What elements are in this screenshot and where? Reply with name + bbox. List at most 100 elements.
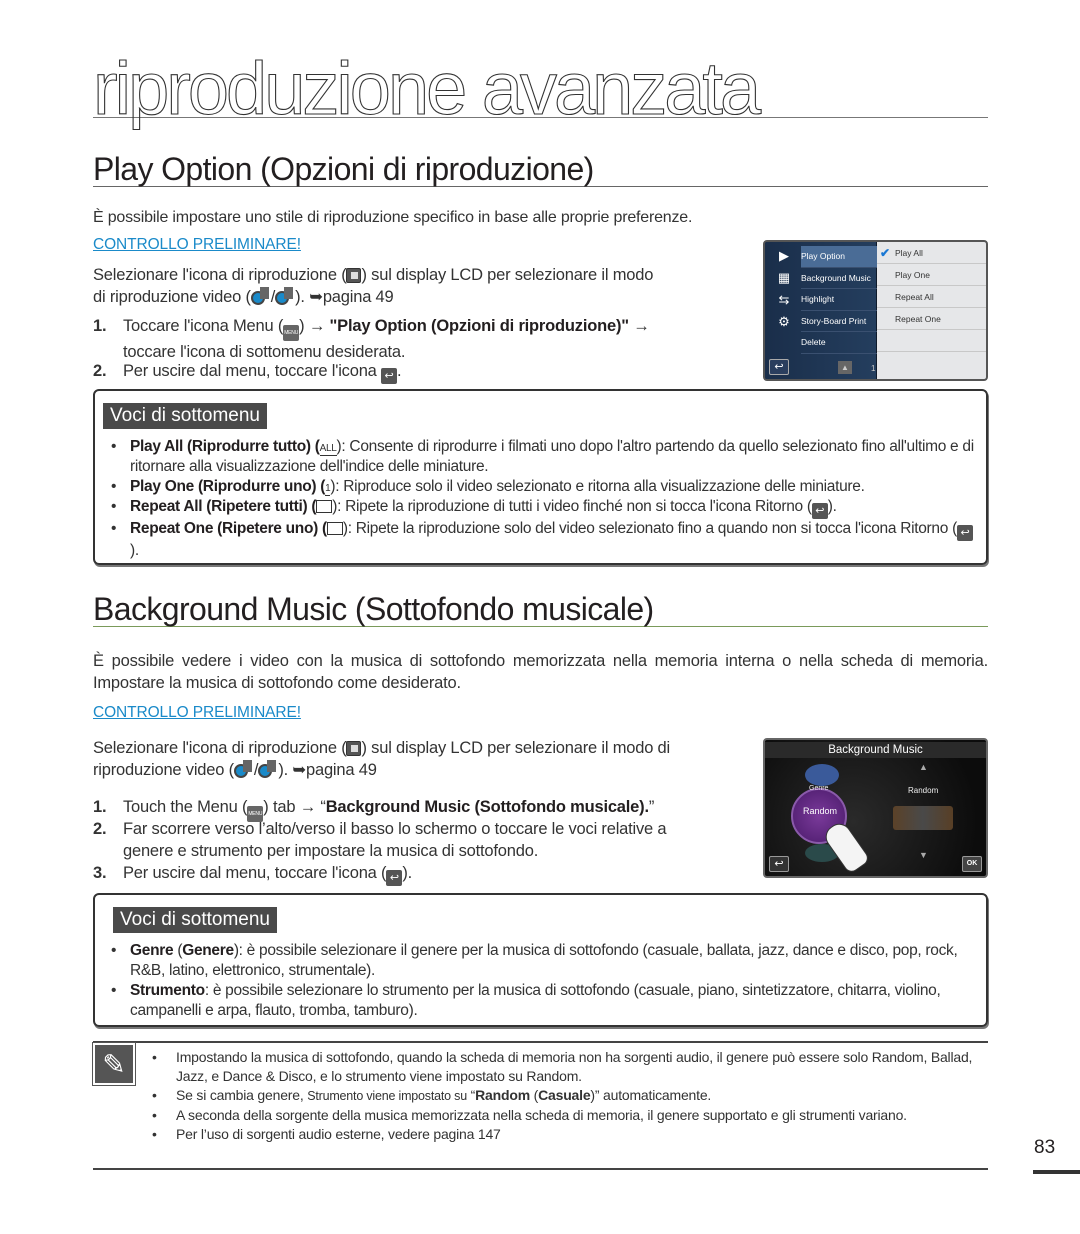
item-desc: ( [173, 942, 183, 959]
lcd-options-pane: ✔ Play All Play One Repeat All Repeat One [877, 242, 986, 379]
step-text: → [628, 317, 650, 335]
lcd-menu-item[interactable]: Delete [801, 332, 881, 354]
submenu-item-genre: Genre (Genere): è possibile selezionare … [111, 941, 974, 981]
note-item: Impostando la musica di sottofondo, quan… [152, 1048, 992, 1086]
item-desc: ): Ripete la riproduzione di tutti i vid… [332, 498, 812, 515]
lcd-sidebar: ▶ ▦ ⇆ ⚙ [771, 248, 797, 336]
repeat-all-icon [316, 500, 333, 513]
step-text: ) → [299, 317, 330, 335]
note-text: “ [466, 1087, 476, 1103]
lcd-menu-item[interactable]: Story-Board Print [801, 311, 881, 332]
item-label: Repeat All (Ripetere tutti) ( [130, 498, 317, 515]
step-number: 2. [93, 362, 107, 380]
switch-icon[interactable]: ⇆ [771, 292, 797, 314]
genre-label: Genre [809, 785, 829, 792]
page-reference: ). ➥pagina 49 [295, 288, 394, 306]
note-text: ( [529, 1087, 539, 1103]
step-2: 2. Per uscire dal menu, toccare l'icona ↩… [93, 360, 402, 384]
lcd-title: Background Music [765, 742, 986, 758]
item-label: Strumento [130, 982, 205, 999]
lcd-menu-item[interactable]: Play Option [801, 246, 881, 268]
item-desc: : è possibile selezionare lo strumento p… [130, 982, 941, 1019]
lcd-option-play-all[interactable]: ✔ Play All [877, 242, 986, 264]
step-text: ). [402, 864, 413, 882]
item-label: Play One (Riprodurre uno) ( [130, 478, 326, 495]
submenu-box-background-music: Voci di sottomenu Genre (Genere): è poss… [93, 893, 988, 1027]
note-bold: Random [475, 1087, 530, 1103]
submenu-list: Genre (Genere): è possibile selezionare … [111, 941, 974, 1021]
lcd-back-button[interactable]: ↩ [769, 359, 789, 375]
sd-video-icon [258, 760, 278, 778]
instrument-up-arrow-icon[interactable]: ▲ [919, 762, 928, 772]
item-label: Play All (Riprodurre tutto) ( [130, 438, 320, 455]
step-number: 3. [93, 864, 107, 882]
lcd-option-play-one[interactable]: Play One [877, 264, 986, 286]
lcd-back-button[interactable]: ↩ [769, 856, 789, 872]
lcd-scroll-up-button[interactable]: ▲ [838, 361, 852, 374]
sd-video-icon [275, 287, 295, 305]
step-text: toccare l'icona di sottomenu desiderata. [123, 343, 406, 361]
submenu-item-repeat-one: Repeat One (Ripetere uno) (): Ripete la … [111, 519, 974, 561]
step-1: 1. Toccare l'icona Menu (MENU) → "Play Op… [93, 315, 650, 363]
submenu-item-play-one: Play One (Riprodurre uno) (1): Riproduce… [111, 477, 974, 497]
option-label: Repeat All [895, 292, 934, 302]
lcd-background-music-screen: Background Music Genre Random ▲ Random ▼… [763, 738, 988, 878]
instrument-value: Random [908, 786, 939, 795]
return-icon: ↩ [811, 503, 828, 519]
step-number: 1. [93, 798, 107, 816]
submenu-item-play-all: Play All (Riprodurre tutto) (ALL): Conse… [111, 437, 974, 477]
return-icon: ↩ [956, 525, 973, 541]
note-text: Se si cambia genere, [176, 1087, 308, 1103]
return-icon: ↩ [386, 870, 403, 886]
lcd-ok-button[interactable]: OK [962, 856, 982, 872]
item-desc: ). [130, 542, 139, 559]
note-divider-top [93, 1041, 988, 1043]
play-icon[interactable]: ▶ [771, 248, 797, 270]
precheck-text: Selezionare l'icona di riproduzione ( [93, 739, 347, 757]
note-list: Impostando la musica di sottofondo, quan… [152, 1048, 992, 1144]
page-number-bar [1033, 1170, 1080, 1174]
step-number: 1. [93, 317, 107, 335]
lcd-play-option-screen: ▶ ▦ ⇆ ⚙ Play Option Background Music Hig… [763, 240, 988, 381]
section-title-play-option: Play Option (Opzioni di riproduzione) [93, 152, 988, 187]
submenu-box-play-option: Voci di sottomenu Play All (Riprodurre t… [93, 389, 988, 565]
precheck-link[interactable]: CONTROLLO PRELIMINARE! [93, 236, 301, 254]
precheck-link[interactable]: CONTROLLO PRELIMINARE! [93, 704, 301, 722]
hd-video-icon [233, 760, 254, 778]
thumbnail-icon[interactable]: ▦ [771, 270, 797, 292]
note-text: )” automaticamente. [590, 1087, 712, 1103]
item-label: Repeat One (Ripetere uno) ( [130, 520, 327, 537]
step-text: Per uscire dal menu, toccare l'icona ( [123, 864, 387, 882]
item-desc: ). [827, 498, 837, 515]
note-pencil-icon: ✎ [92, 1042, 136, 1086]
instrument-down-arrow-icon[interactable]: ▼ [919, 850, 928, 860]
item-label: Genre [130, 942, 174, 959]
submenu-item-instrument: Strumento: è possibile selezionare lo st… [111, 981, 974, 1021]
section-title-background-music: Background Music (Sottofondo musicale) [93, 592, 988, 627]
lcd-menu-list: Play Option Background Music Highlight S… [801, 246, 881, 354]
lcd-menu-item[interactable]: Highlight [801, 289, 881, 311]
step-text: Toccare l'icona Menu ( [123, 317, 284, 335]
return-icon: ↩ [381, 368, 398, 384]
submenu-title: Voci di sottomenu [103, 403, 267, 429]
settings-icon[interactable]: ⚙ [771, 314, 797, 336]
precheck-text: di riproduzione video ( [93, 288, 251, 306]
step-text: Far scorrere verso l’alto/verso il basso… [123, 820, 667, 838]
play-mode-icon [346, 741, 362, 756]
precheck-instructions: Selezionare l'icona di riproduzione () s… [93, 739, 670, 779]
genre-wheel-prev[interactable] [805, 764, 839, 786]
item-label: Genere [182, 942, 234, 959]
precheck-text: riproduzione video ( [93, 761, 234, 779]
lcd-option-repeat-one[interactable]: Repeat One [877, 308, 986, 330]
instrument-image[interactable] [893, 806, 953, 830]
repeat-one-icon [326, 522, 343, 535]
step-text: ) tab → “ [263, 798, 326, 816]
step-bold: "Play Option (Opzioni di riproduzione)" [329, 317, 630, 335]
lcd-option-repeat-all[interactable]: Repeat All [877, 286, 986, 308]
step-bold: Background Music (Sottofondo musicale). [325, 798, 649, 816]
precheck-text: Selezionare l'icona di riproduzione ( [93, 266, 347, 284]
step-text: . [397, 362, 402, 380]
note-item: Per l’uso di sorgenti audio esterne, ved… [152, 1125, 992, 1144]
precheck-instructions: Selezionare l'icona di riproduzione () s… [93, 266, 654, 306]
lcd-menu-item[interactable]: Background Music [801, 268, 881, 289]
